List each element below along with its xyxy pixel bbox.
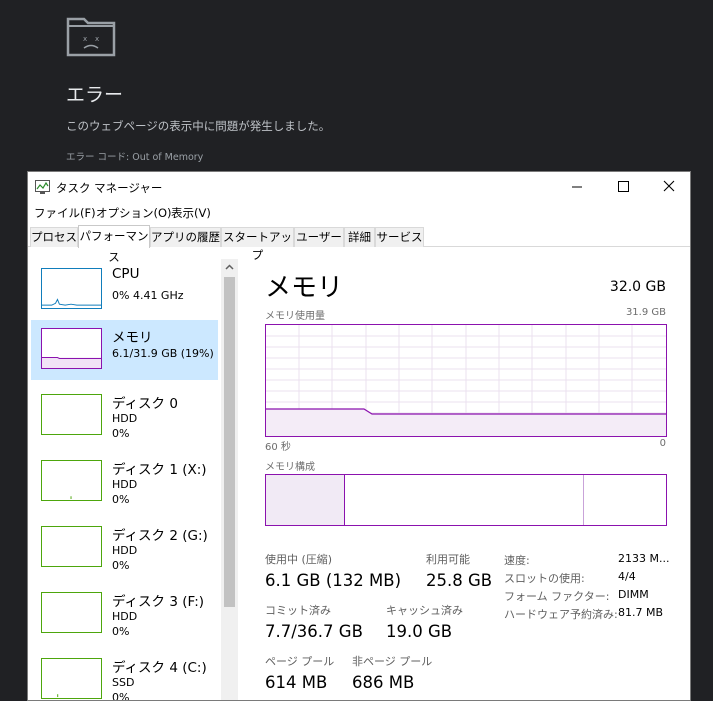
- in-use-value: 6.1 GB (132 MB): [265, 571, 402, 590]
- nonpaged-pool-label: 非ページ プール: [352, 655, 433, 668]
- sidebar-item-label: メモリ: [112, 330, 153, 346]
- sidebar-item-label: CPU: [112, 266, 140, 282]
- sidebar-item-detail: 0% 4.41 GHz: [112, 289, 184, 302]
- sidebar-item-label: ディスク 4 (C:): [112, 660, 207, 676]
- task-manager-icon: [35, 180, 50, 194]
- cpu-thumbnail-graph: [41, 268, 102, 309]
- slots-used-value: 4/4: [618, 570, 636, 583]
- sidebar-item-cpu[interactable]: CPU 0% 4.41 GHz: [31, 260, 218, 320]
- form-factor-value: DIMM: [618, 588, 649, 601]
- sidebar-item-usage: 0%: [112, 691, 130, 701]
- hardware-reserved-label: ハードウェア予約済み:: [504, 608, 618, 621]
- sidebar-item-label: ディスク 2 (G:): [112, 528, 208, 544]
- disk-0-thumbnail-graph: [41, 394, 102, 435]
- disk-4-thumbnail-graph: [41, 658, 102, 699]
- sidebar-item-type: HDD: [112, 544, 138, 557]
- in-use-label: 使用中 (圧縮): [265, 553, 333, 566]
- sidebar-item-type: SSD: [112, 676, 135, 689]
- available-label: 利用可能: [426, 553, 470, 566]
- memory-usage-label: メモリ使用量: [265, 311, 325, 322]
- slots-used-label: スロットの使用:: [504, 572, 585, 585]
- time-axis-start: 60 秒: [265, 442, 291, 453]
- tab-details[interactable]: 詳細: [344, 227, 375, 247]
- resource-list: CPU 0% 4.41 GHz メモリ 6.1/31.9 GB (19%) ディ…: [28, 259, 240, 701]
- paged-pool-label: ページ プール: [265, 655, 335, 668]
- sad-tab-icon: x x: [66, 17, 116, 57]
- sidebar-item-usage: 0%: [112, 559, 130, 572]
- cached-label: キャッシュ済み: [386, 604, 463, 617]
- sidebar-item-usage: 0%: [112, 625, 130, 638]
- memory-composition-label: メモリ構成: [265, 462, 315, 473]
- error-code: エラー コード: Out of Memory: [66, 152, 204, 163]
- scroll-up-arrow-icon[interactable]: [221, 259, 238, 276]
- paged-pool-value: 614 MB: [265, 673, 328, 692]
- sidebar-item-type: HDD: [112, 610, 138, 623]
- memory-composition-bar: [265, 474, 667, 526]
- tab-users[interactable]: ユーザー: [294, 227, 344, 247]
- nonpaged-pool-value: 686 MB: [352, 673, 415, 692]
- sidebar-item-label: ディスク 0: [112, 396, 178, 412]
- sidebar-item-type: HDD: [112, 478, 138, 491]
- sidebar-item-label: ディスク 3 (F:): [112, 594, 205, 610]
- scrollbar-thumb[interactable]: [224, 277, 235, 607]
- window-title: タスク マネージャー: [56, 181, 163, 195]
- disk-3-thumbnail-graph: [41, 592, 102, 633]
- memory-usage-graph: [265, 324, 667, 437]
- sidebar-item-disk-4[interactable]: ディスク 4 (C:) SSD 0%: [31, 650, 218, 701]
- sidebar-item-disk-2[interactable]: ディスク 2 (G:) HDD 0%: [31, 518, 218, 578]
- time-axis-end: 0: [659, 438, 666, 449]
- committed-label: コミット済み: [265, 604, 331, 617]
- speed-label: 速度:: [504, 554, 530, 567]
- error-message: このウェブページの表示中に問題が発生しました。: [66, 119, 331, 133]
- available-value: 25.8 GB: [426, 571, 493, 590]
- disk-1-thumbnail-graph: [41, 460, 102, 501]
- svg-text:x: x: [95, 35, 99, 43]
- cached-value: 19.0 GB: [386, 622, 453, 641]
- close-icon[interactable]: [646, 172, 691, 202]
- sidebar-item-memory[interactable]: メモリ 6.1/31.9 GB (19%): [31, 320, 218, 380]
- tab-performance[interactable]: パフォーマンス: [78, 225, 150, 264]
- memory-thumbnail-graph: [41, 328, 102, 369]
- page-title: メモリ: [265, 273, 344, 303]
- hardware-reserved-value: 81.7 MB: [618, 606, 664, 619]
- sidebar-item-type: HDD: [112, 412, 138, 425]
- speed-value: 2133 M...: [618, 552, 670, 565]
- sidebar-item-disk-1[interactable]: ディスク 1 (X:) HDD 0%: [31, 452, 218, 512]
- sidebar-item-disk-0[interactable]: ディスク 0 HDD 0%: [31, 386, 218, 446]
- form-factor-label: フォーム ファクター:: [504, 590, 610, 603]
- title-bar[interactable]: タスク マネージャー: [28, 172, 690, 202]
- tab-processes[interactable]: プロセス: [30, 227, 78, 247]
- committed-value: 7.7/36.7 GB: [265, 622, 363, 641]
- sidebar-item-usage: 0%: [112, 427, 130, 440]
- tab-bar: プロセス パフォーマンス アプリの履歴 スタートアップ ユーザー 詳細 サービス: [28, 225, 690, 264]
- svg-text:x: x: [83, 35, 87, 43]
- tab-services[interactable]: サービス: [375, 227, 424, 247]
- memory-usage-max: 31.9 GB: [625, 307, 666, 318]
- minimize-icon[interactable]: [554, 172, 600, 202]
- menu-bar: ファイル(F) オプション(O) 表示(V): [28, 202, 690, 222]
- tab-app-history[interactable]: アプリの履歴: [150, 227, 221, 247]
- menu-file[interactable]: ファイル(F): [34, 205, 96, 221]
- total-memory: 32.0 GB: [609, 279, 666, 295]
- sidebar-item-label: ディスク 1 (X:): [112, 462, 207, 478]
- maximize-icon[interactable]: [600, 172, 646, 202]
- tab-startup[interactable]: スタートアップ: [221, 227, 294, 262]
- menu-view[interactable]: 表示(V): [171, 205, 211, 221]
- sidebar-scrollbar[interactable]: [221, 259, 238, 700]
- sidebar-item-usage: 0%: [112, 493, 130, 506]
- disk-2-thumbnail-graph: [41, 526, 102, 567]
- sidebar-item-disk-3[interactable]: ディスク 3 (F:) HDD 0%: [31, 584, 218, 644]
- sidebar-item-detail: 6.1/31.9 GB (19%): [112, 347, 214, 360]
- task-manager-window: タスク マネージャー ファイル(F) オプション(O) 表示(V) プロセス パ…: [27, 171, 691, 701]
- error-title: エラー: [66, 84, 124, 106]
- menu-options[interactable]: オプション(O): [96, 205, 172, 221]
